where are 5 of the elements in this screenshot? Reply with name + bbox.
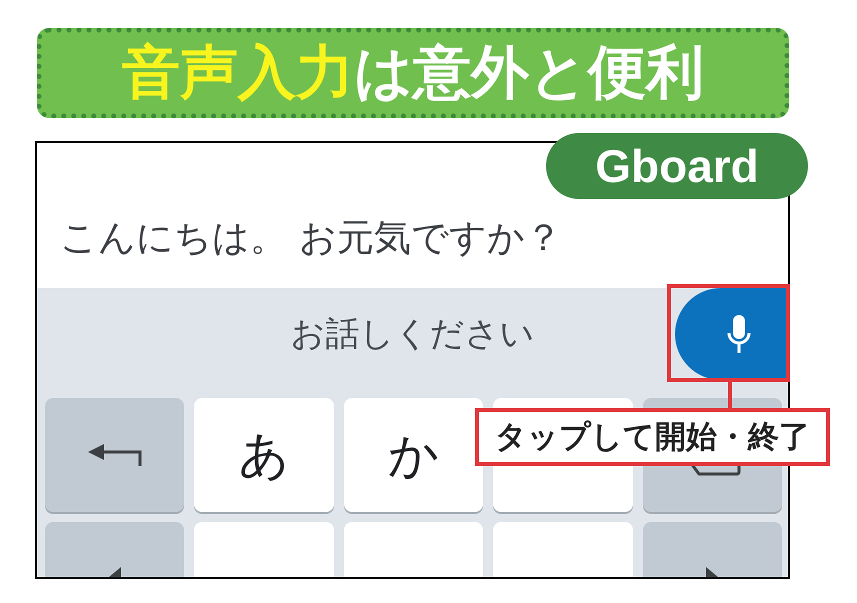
callout-tooltip: タップして開始・終了 (475, 408, 830, 466)
title-text: 音声入力 (122, 41, 354, 105)
app-name-badge: Gboard (546, 133, 808, 199)
voice-prompt-text: お話しください (290, 313, 534, 355)
title-text: は意外と便利 (354, 41, 704, 105)
